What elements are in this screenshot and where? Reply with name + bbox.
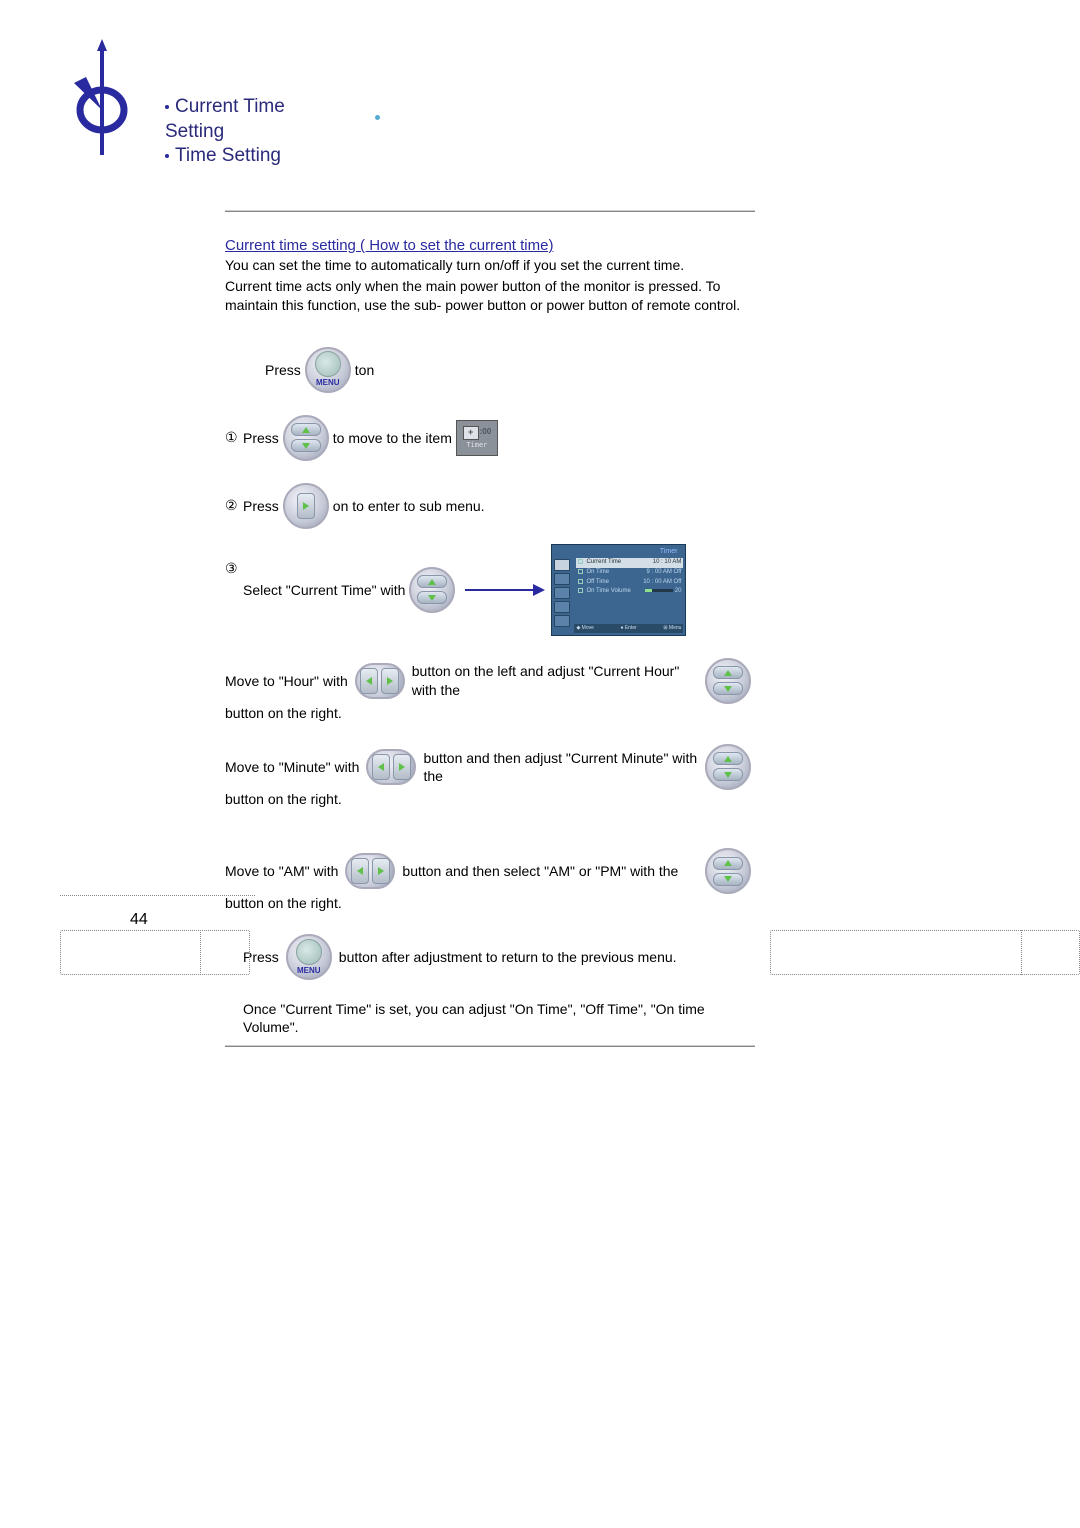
step-2-text: on to enter to sub menu. — [333, 497, 485, 515]
step-1: ① Press to move to the item + — [225, 408, 755, 468]
ton-label: ton — [355, 361, 374, 379]
updown-button-icon — [705, 658, 751, 704]
osd-side-icon — [554, 559, 570, 571]
osd-row-on-volume: On Time Volume 20 — [576, 587, 683, 597]
divider-top — [225, 210, 755, 212]
ampm-instruction: Move to "AM" with button and then select… — [225, 848, 755, 912]
arrow-right-icon — [465, 580, 545, 600]
menu-button-icon: MENU — [286, 934, 332, 980]
osd-title: Timer — [554, 547, 683, 556]
osd-row-on-time: On Time 9 : 00 AM Off — [576, 568, 683, 578]
hour-instruction: Move to "Hour" with button on the left a… — [225, 658, 755, 722]
step-3-num: ③ — [225, 560, 243, 577]
intro-line-2: Current time acts only when the main pow… — [225, 277, 755, 315]
osd-side-icon — [554, 615, 570, 627]
step-1-press: Press — [243, 429, 279, 447]
section-heading: Current time setting ( How to set the cu… — [225, 237, 755, 254]
content-column: Current time setting ( How to set the cu… — [225, 210, 755, 1047]
updown-button-icon — [705, 744, 751, 790]
footer-cell-right — [770, 930, 1080, 975]
document-page: Current Time Setting Time Setting Curren… — [0, 0, 1080, 1528]
steps-block: Press MENU ton ① Press — [225, 340, 755, 636]
step-2: ② Press on to enter to sub menu. — [225, 476, 755, 536]
osd-row-off-time: Off Time 10 : 00 AM Off — [576, 578, 683, 588]
header-title-1: Current Time Setting — [165, 95, 330, 144]
page-number: 44 — [130, 911, 148, 929]
right-button-icon — [283, 483, 329, 529]
footer-cell-left — [60, 930, 250, 975]
leftright-button-icon — [345, 853, 395, 889]
leftright-button-icon — [355, 663, 405, 699]
osd-side-icon — [554, 587, 570, 599]
step-2-num: ② — [225, 497, 243, 514]
page-number-marker — [60, 895, 255, 896]
press-label: Press — [265, 361, 301, 379]
divider-bottom — [225, 1045, 755, 1047]
step-1-text: to move to the item — [333, 429, 452, 447]
header-title-2: Time Setting — [165, 144, 330, 169]
osd-sidebar — [554, 559, 572, 627]
timer-menu-icon: + :00 Timer — [456, 420, 498, 456]
updown-button-icon — [705, 848, 751, 894]
osd-footer: ◆ Move ● Enter ⊞ Menu — [574, 624, 683, 633]
leftright-button-icon — [366, 749, 416, 785]
menu-button-icon: MENU — [305, 347, 351, 393]
final-note: Once "Current Time" is set, you can adju… — [243, 1000, 755, 1036]
step-3-text: Select "Current Time" with — [243, 581, 405, 599]
header-title-block: Current Time Setting Time Setting — [165, 95, 330, 169]
return-instruction: Press MENU button after adjustment to re… — [243, 934, 755, 980]
osd-side-icon — [554, 601, 570, 613]
step-3: ③ Select "Current Time" with Timer — [225, 544, 755, 636]
osd-timer-panel: Timer Current Time 10 : 10 AM — [551, 544, 686, 636]
header-trail-dot — [375, 115, 380, 120]
updown-button-icon — [409, 567, 455, 613]
updown-button-icon — [283, 415, 329, 461]
header-logo-block: Current Time Setting Time Setting — [70, 35, 330, 155]
minute-instruction: Move to "Minute" with button and then ad… — [225, 744, 755, 808]
osd-row-current-time: Current Time 10 : 10 AM — [576, 558, 683, 568]
compass-icon — [70, 35, 150, 155]
step-1-num: ① — [225, 429, 243, 446]
osd-side-icon — [554, 573, 570, 585]
step-press-menu: Press MENU ton — [225, 340, 755, 400]
intro-line-1: You can set the time to automatically tu… — [225, 256, 755, 275]
step-2-press: Press — [243, 497, 279, 515]
